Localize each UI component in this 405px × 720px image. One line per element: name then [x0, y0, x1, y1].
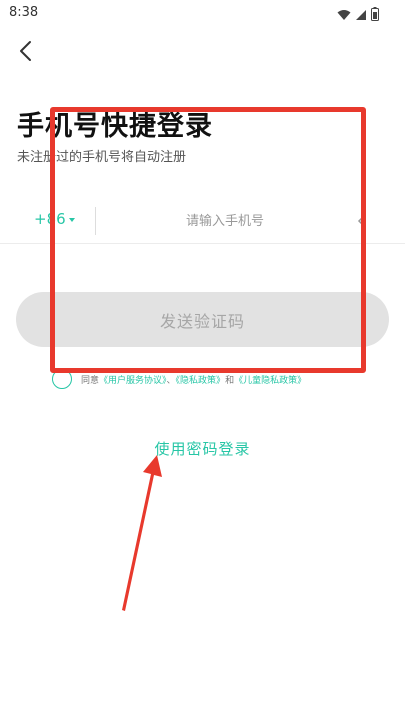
- login-screen: 8:38 手机号快捷登录 未注册过的手机号将自动注册 +86 发送验证码: [0, 0, 405, 720]
- page-title: 手机号快捷登录: [17, 111, 213, 142]
- battery-icon: [371, 6, 379, 25]
- clear-input-button[interactable]: [354, 210, 370, 232]
- agreement-checkbox[interactable]: [52, 369, 72, 389]
- clear-icon: [354, 214, 370, 236]
- status-icons: [337, 6, 379, 25]
- password-login-label: 使用密码登录: [154, 440, 251, 458]
- send-code-button[interactable]: 发送验证码: [16, 292, 389, 347]
- privacy-policy-link[interactable]: 《隐私政策》: [176, 376, 226, 386]
- chevron-left-icon: [18, 40, 32, 66]
- phone-row-underline: [0, 243, 405, 244]
- caret-down-icon: [68, 218, 75, 222]
- page-subtitle: 未注册过的手机号将自动注册: [17, 150, 187, 165]
- password-login-link[interactable]: 使用密码登录: [0, 438, 405, 459]
- agreement-and: 和: [225, 376, 235, 386]
- country-code-label: +86: [34, 210, 66, 228]
- user-agreement-link[interactable]: 《用户服务协议》: [99, 376, 167, 386]
- child-privacy-policy-link[interactable]: 《儿童隐私政策》: [234, 376, 306, 386]
- phone-input[interactable]: [105, 206, 345, 236]
- divider: [95, 207, 96, 235]
- signal-icon: [355, 6, 367, 25]
- country-code-selector[interactable]: +86: [34, 210, 75, 228]
- status-bar: 8:38: [0, 0, 405, 30]
- agreement-prefix: 同意: [81, 376, 100, 386]
- wifi-icon: [337, 6, 351, 25]
- agreement-text: 同意《用户服务协议》、《隐私政策》和《儿童隐私政策》: [81, 373, 306, 386]
- back-button[interactable]: [10, 38, 40, 68]
- status-time: 8:38: [9, 5, 39, 20]
- agreement-separator: 、: [166, 376, 176, 386]
